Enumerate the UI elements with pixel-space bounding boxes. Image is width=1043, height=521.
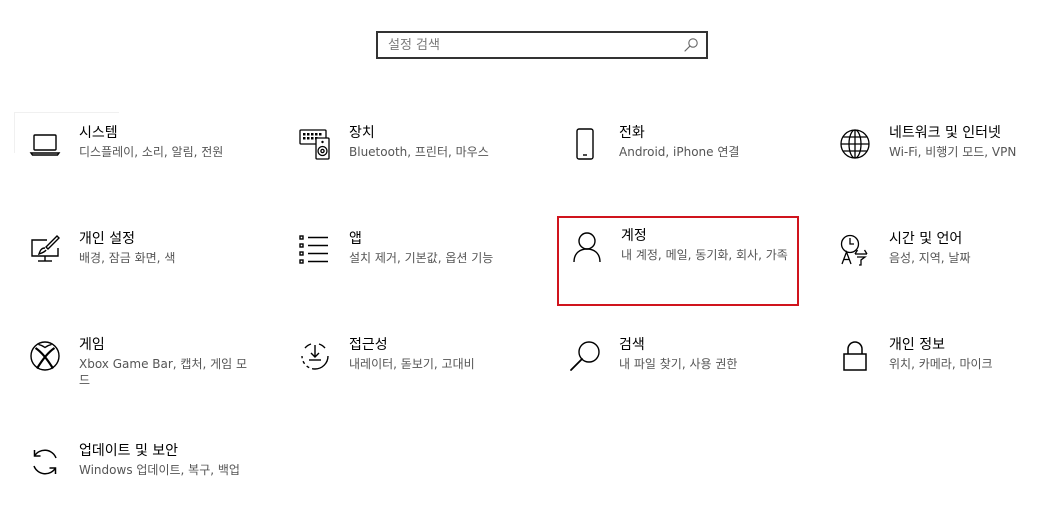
- tile-network[interactable]: 네트워크 및 인터넷 Wi-Fi, 비행기 모드, VPN: [825, 113, 1043, 203]
- keyboard-speaker-icon: [299, 128, 331, 160]
- phone-icon: [569, 128, 601, 160]
- paint-monitor-icon: [29, 234, 61, 266]
- laptop-icon: [29, 128, 61, 160]
- tile-update-security[interactable]: 업데이트 및 보안 Windows 업데이트, 복구, 백업: [15, 431, 257, 521]
- tile-phone[interactable]: 전화 Android, iPhone 연결: [555, 113, 797, 203]
- search-icon[interactable]: [683, 37, 699, 53]
- tile-subtitle: 음성, 지역, 날짜: [889, 251, 971, 265]
- tile-title: 앱: [349, 231, 362, 247]
- tile-subtitle: 내 계정, 메일, 동기화, 회사, 가족: [621, 248, 788, 262]
- apps-list-icon: [299, 234, 331, 266]
- tile-subtitle: Android, iPhone 연결: [619, 145, 740, 159]
- tile-subtitle: Xbox Game Bar, 캡처, 게임 모드: [79, 357, 248, 387]
- xbox-icon: [29, 340, 61, 372]
- tile-subtitle: 배경, 잠금 화면, 색: [79, 251, 176, 265]
- time-language-icon: [839, 234, 871, 266]
- tile-subtitle: 내 파일 찾기, 사용 권한: [619, 357, 738, 371]
- tile-search[interactable]: 검색 내 파일 찾기, 사용 권한: [555, 325, 797, 415]
- tile-apps[interactable]: 앱 설치 제거, 기본값, 옵션 기능: [285, 219, 527, 309]
- tile-devices[interactable]: 장치 Bluetooth, 프린터, 마우스: [285, 113, 527, 203]
- tile-title: 개인 정보: [889, 337, 945, 353]
- magnifier-icon: [569, 340, 601, 372]
- tile-accounts[interactable]: 계정 내 계정, 메일, 동기화, 회사, 가족: [557, 216, 799, 306]
- tile-system[interactable]: 시스템 디스플레이, 소리, 알림, 전원: [15, 113, 257, 203]
- tile-gaming[interactable]: 게임 Xbox Game Bar, 캡처, 게임 모드: [15, 325, 257, 415]
- tile-subtitle: 위치, 카메라, 마이크: [889, 357, 993, 371]
- search-input[interactable]: [388, 33, 678, 57]
- person-icon: [571, 231, 603, 263]
- tile-title: 접근성: [349, 337, 388, 353]
- tile-title: 장치: [349, 125, 375, 141]
- tile-title: 검색: [619, 337, 645, 353]
- search-box[interactable]: [376, 31, 708, 59]
- ease-of-access-icon: [299, 340, 331, 372]
- sync-icon: [29, 446, 61, 478]
- tile-title: 개인 설정: [79, 231, 135, 247]
- tile-title: 시간 및 언어: [889, 231, 963, 247]
- lock-icon: [839, 340, 871, 372]
- tile-privacy[interactable]: 개인 정보 위치, 카메라, 마이크: [825, 325, 1043, 415]
- tile-title: 계정: [621, 228, 647, 244]
- tile-title: 게임: [79, 337, 105, 353]
- tile-title: 시스템: [79, 125, 118, 141]
- tile-title: 업데이트 및 보안: [79, 443, 179, 459]
- tile-subtitle: 디스플레이, 소리, 알림, 전원: [79, 145, 224, 159]
- tile-subtitle: Bluetooth, 프린터, 마우스: [349, 145, 489, 159]
- tile-title: 전화: [619, 125, 645, 141]
- globe-icon: [839, 128, 871, 160]
- tile-ease-of-access[interactable]: 접근성 내레이터, 돋보기, 고대비: [285, 325, 527, 415]
- tile-subtitle: 설치 제거, 기본값, 옵션 기능: [349, 251, 494, 265]
- tile-subtitle: Wi-Fi, 비행기 모드, VPN: [889, 145, 1017, 159]
- tile-subtitle: Windows 업데이트, 복구, 백업: [79, 463, 240, 477]
- tile-time-language[interactable]: 시간 및 언어 음성, 지역, 날짜: [825, 219, 1043, 309]
- tile-personalization[interactable]: 개인 설정 배경, 잠금 화면, 색: [15, 219, 257, 309]
- tile-subtitle: 내레이터, 돋보기, 고대비: [349, 357, 475, 371]
- tile-title: 네트워크 및 인터넷: [889, 125, 1001, 141]
